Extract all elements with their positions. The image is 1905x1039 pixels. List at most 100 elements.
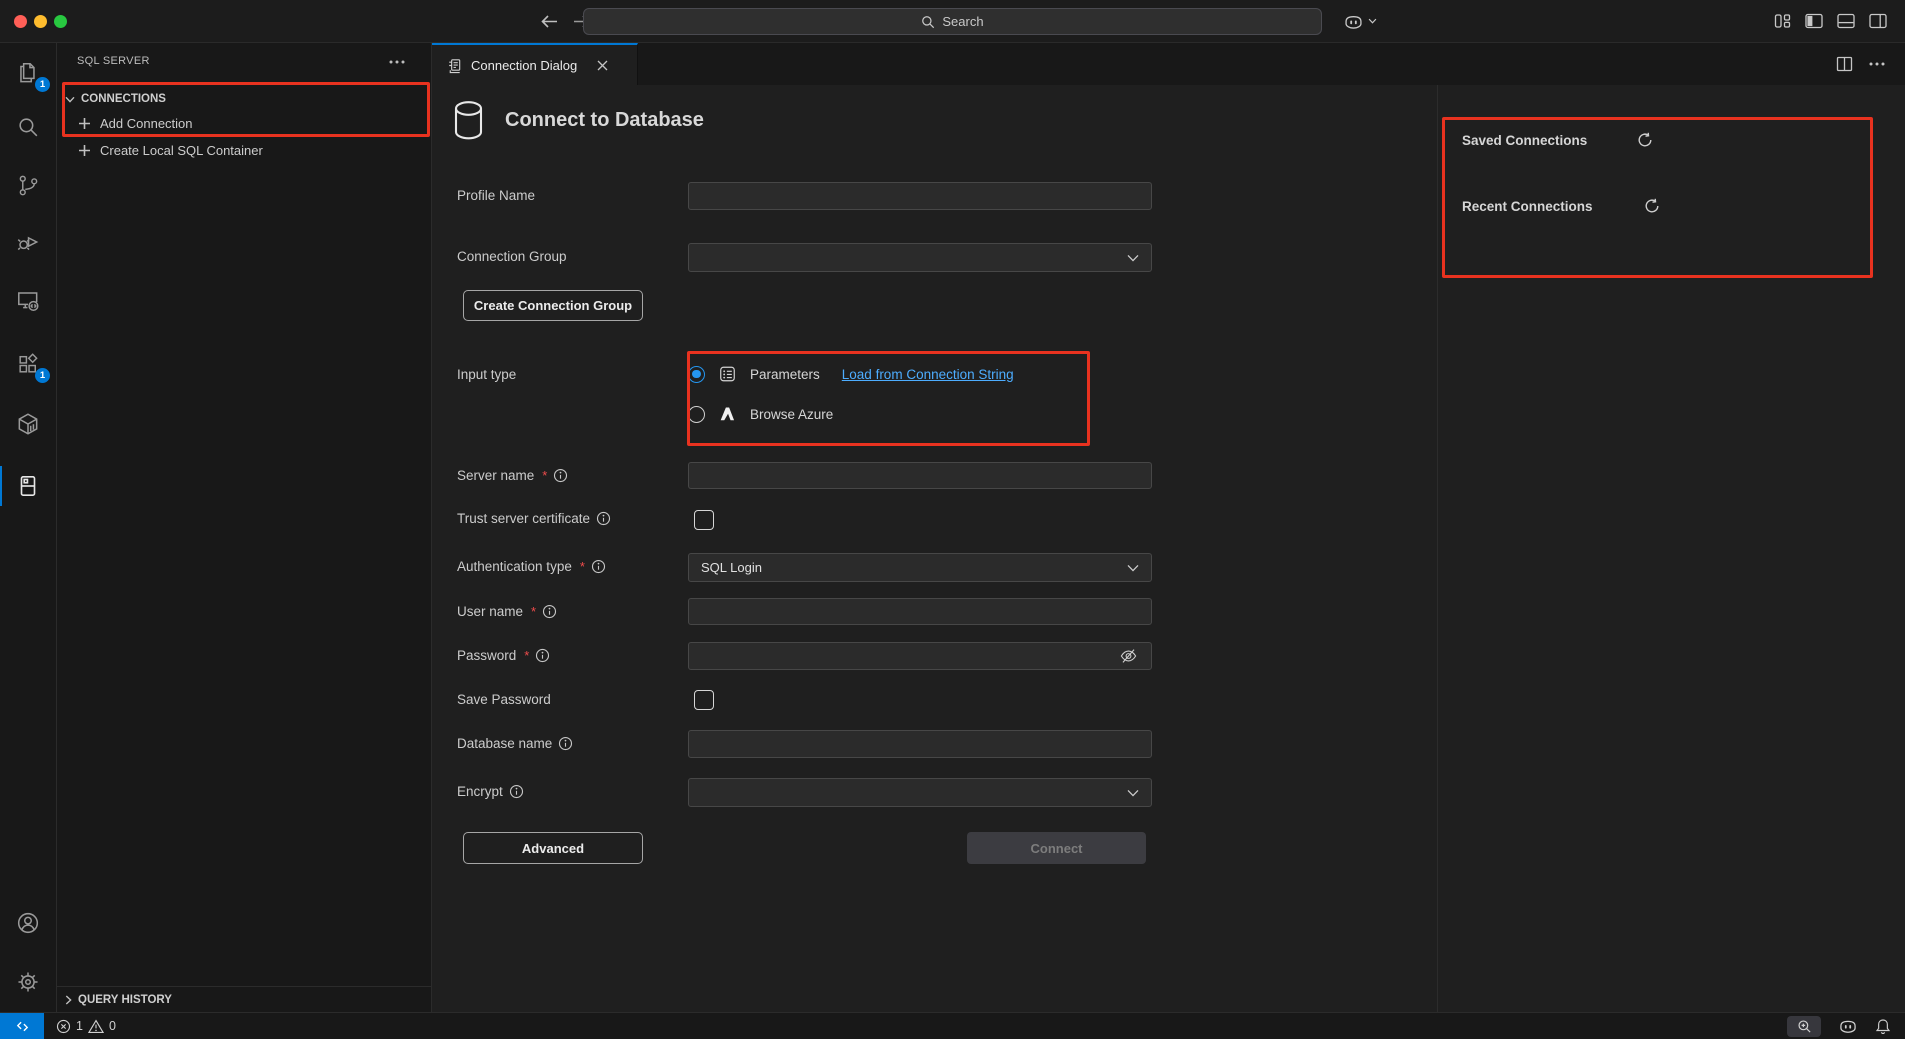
command-center-search[interactable]: Search	[583, 8, 1322, 35]
toggle-panel-button[interactable]	[1837, 12, 1855, 29]
dialog-title: Connect to Database	[505, 109, 704, 132]
info-icon[interactable]	[591, 559, 606, 574]
profile-name-input[interactable]	[688, 182, 1152, 210]
refresh-icon	[1644, 198, 1660, 214]
encrypt-select[interactable]	[688, 778, 1152, 807]
create-local-sql-container-label: Create Local SQL Container	[100, 143, 263, 158]
connect-button[interactable]: Connect	[967, 832, 1146, 864]
window-minimize-button[interactable]	[34, 15, 47, 28]
error-icon	[56, 1019, 71, 1034]
panel-bottom-icon	[1837, 13, 1855, 29]
bell-icon	[1875, 1018, 1891, 1035]
window-zoom-button[interactable]	[54, 15, 67, 28]
save-password-label: Save Password	[457, 692, 551, 707]
title-bar: Search	[0, 0, 1905, 43]
zoom-in-icon	[1797, 1019, 1812, 1034]
user-name-input[interactable]	[688, 598, 1152, 625]
remote-explorer-icon	[15, 287, 41, 313]
info-icon[interactable]	[558, 736, 573, 751]
plus-icon	[78, 117, 91, 130]
refresh-saved-connections-button[interactable]	[1635, 130, 1655, 150]
connection-group-select[interactable]	[688, 243, 1152, 272]
arrow-left-icon	[541, 14, 558, 29]
remote-indicator[interactable]	[0, 1013, 44, 1039]
activity-remote-explorer[interactable]	[0, 276, 56, 324]
customize-layout-button[interactable]	[1773, 12, 1791, 29]
problems-status[interactable]: 1 0	[56, 1013, 116, 1039]
activity-run-debug[interactable]	[0, 218, 56, 266]
encrypt-label: Encrypt	[457, 784, 524, 799]
load-from-connection-string-link[interactable]: Load from Connection String	[842, 367, 1014, 382]
close-icon	[597, 60, 608, 71]
activity-containers[interactable]	[0, 400, 56, 448]
parameters-label: Parameters	[750, 367, 820, 382]
sidebar-item-add-connection[interactable]: Add Connection	[57, 111, 432, 135]
sidebar-right-icon	[1869, 13, 1887, 29]
panel-divider	[1437, 85, 1438, 1012]
authentication-type-select[interactable]: SQL Login	[688, 553, 1152, 582]
browse-azure-radio[interactable]	[688, 406, 705, 423]
toggle-password-visibility-button[interactable]	[1116, 644, 1140, 668]
activity-source-control[interactable]	[0, 161, 56, 209]
sidebar-item-create-local-sql-container[interactable]: Create Local SQL Container	[57, 138, 432, 162]
connection-dialog-tab-icon	[446, 57, 463, 74]
activity-sql-server[interactable]	[0, 462, 56, 510]
notifications-button[interactable]	[1875, 1018, 1891, 1035]
tab-connection-dialog[interactable]: Connection Dialog	[432, 43, 638, 85]
database-name-input[interactable]	[688, 730, 1152, 758]
refresh-icon	[1637, 132, 1653, 148]
profile-name-label: Profile Name	[457, 188, 535, 203]
navigate-back-button[interactable]	[538, 9, 560, 33]
server-name-label: Server name *	[457, 468, 568, 483]
activity-search[interactable]	[0, 103, 56, 151]
parameters-radio[interactable]	[688, 366, 705, 383]
azure-icon	[718, 405, 737, 423]
chevron-down-icon	[1368, 18, 1377, 24]
password-input[interactable]	[688, 642, 1152, 670]
window-close-button[interactable]	[14, 15, 27, 28]
sidebar-section-connections[interactable]: CONNECTIONS	[57, 87, 432, 111]
connection-group-label: Connection Group	[457, 249, 567, 264]
create-connection-group-button[interactable]: Create Connection Group	[463, 290, 643, 321]
eye-off-icon	[1119, 647, 1138, 665]
toggle-primary-sidebar-button[interactable]	[1805, 12, 1823, 29]
info-icon[interactable]	[535, 648, 550, 663]
editor-more-actions-button[interactable]	[1869, 62, 1885, 66]
source-control-icon	[16, 173, 41, 198]
database-icon	[453, 100, 484, 141]
parameters-icon	[718, 365, 737, 383]
trust-server-certificate-checkbox[interactable]	[694, 510, 714, 530]
tab-close-button[interactable]	[593, 56, 611, 74]
chevron-down-icon	[1127, 789, 1139, 797]
activity-extensions[interactable]: 1	[0, 340, 56, 388]
info-icon[interactable]	[596, 511, 611, 526]
info-icon[interactable]	[553, 468, 568, 483]
sidebar-section-query-history[interactable]: QUERY HISTORY	[57, 986, 432, 1012]
account-icon	[15, 910, 41, 936]
editor-actions	[1836, 43, 1885, 85]
info-icon[interactable]	[509, 784, 524, 799]
copilot-icon	[1838, 1018, 1858, 1034]
editor-tab-bar: Connection Dialog	[432, 43, 1905, 85]
save-password-checkbox[interactable]	[694, 690, 714, 710]
zoom-indicator[interactable]	[1787, 1016, 1821, 1037]
toggle-secondary-sidebar-button[interactable]	[1869, 12, 1887, 29]
refresh-recent-connections-button[interactable]	[1642, 196, 1662, 216]
sidebar-left-icon	[1805, 13, 1823, 29]
search-icon	[921, 15, 935, 29]
split-editor-button[interactable]	[1836, 56, 1853, 72]
activity-accounts[interactable]	[0, 899, 56, 947]
sidebar-more-actions-button[interactable]	[388, 53, 406, 71]
advanced-button[interactable]: Advanced	[463, 832, 643, 864]
activity-settings[interactable]	[0, 958, 56, 1006]
tab-label: Connection Dialog	[471, 58, 577, 73]
copilot-menu-button[interactable]	[1343, 9, 1377, 33]
info-icon[interactable]	[542, 604, 557, 619]
chevron-down-icon	[1127, 564, 1139, 572]
copilot-status-button[interactable]	[1838, 1018, 1858, 1034]
sidebar-title: SQL SERVER	[77, 55, 150, 67]
server-name-input[interactable]	[688, 462, 1152, 489]
activity-explorer[interactable]: 1	[0, 49, 56, 97]
user-name-label: User name *	[457, 604, 557, 619]
chevron-down-icon	[65, 96, 75, 103]
